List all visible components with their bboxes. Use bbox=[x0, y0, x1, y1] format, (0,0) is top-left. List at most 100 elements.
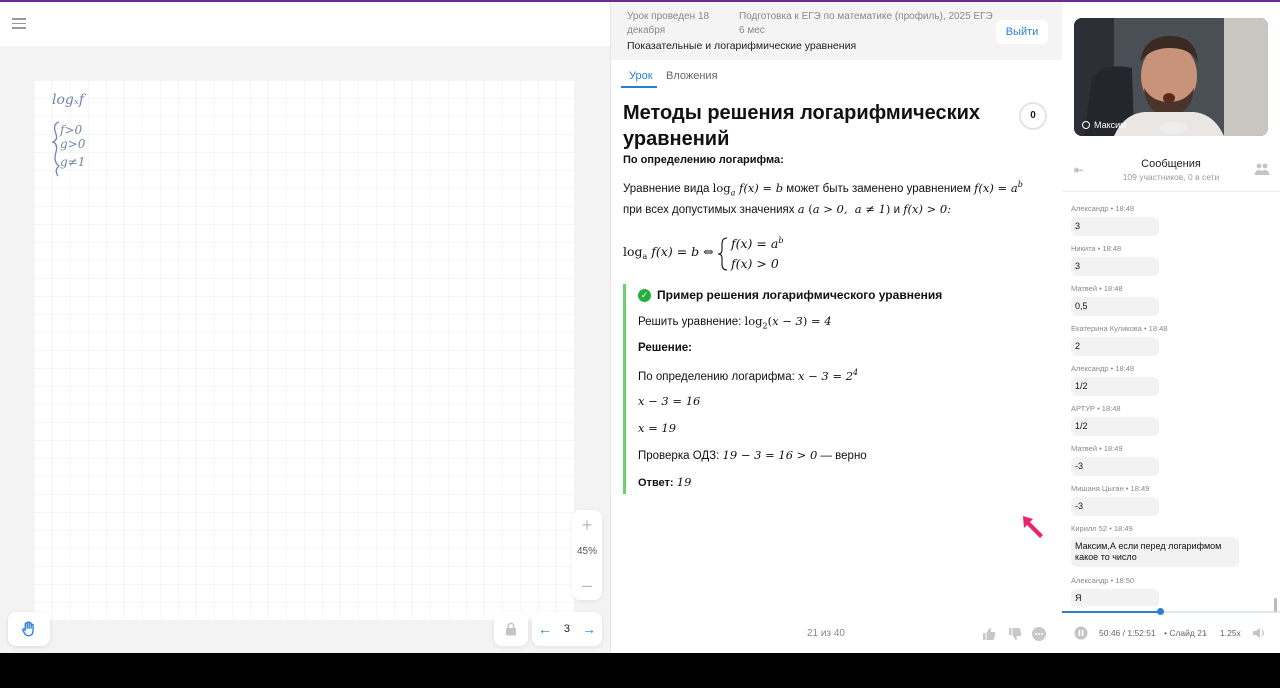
chat-header: ⇤ Сообщения 109 участников, 0 в сети bbox=[1062, 148, 1280, 192]
solve-label: Решить уравнение: bbox=[638, 316, 742, 328]
formula-log-eq: loga f(x) = b bbox=[712, 180, 784, 198]
definition-text-start-2: при всех допустимых значениях bbox=[623, 204, 795, 216]
hand-icon bbox=[22, 621, 34, 637]
handwriting-brace bbox=[51, 121, 61, 177]
message-meta: Екатерина Куликова • 18:48 bbox=[1071, 324, 1168, 333]
zoom-panel: + 45% – bbox=[572, 510, 602, 600]
message-bubble: -3 bbox=[1071, 457, 1159, 476]
section-heading: По определению логарифма: bbox=[623, 154, 784, 166]
whiteboard-area: logₓf f>0 g>0 g≠1 + 45% – ← 3 → bbox=[0, 2, 610, 653]
svg-text:loga f(x) = b ⇔: loga f(x) = b ⇔ bbox=[623, 244, 714, 261]
chat-scrollbar[interactable] bbox=[1274, 598, 1277, 612]
playback-bar: 50:46 / 1:52:51 • Слайд 21 › 1.25x bbox=[1062, 608, 1280, 653]
handwriting-notes: logₓf f>0 g>0 g≠1 bbox=[51, 92, 87, 177]
message-list[interactable]: Александр • 18:48 3 Никита • 18:48 3 Мат… bbox=[1062, 198, 1280, 606]
handwriting-line-1: logₓf bbox=[52, 92, 87, 108]
lock-icon bbox=[506, 622, 516, 636]
example-title-text: Пример решения логарифмического уравнени… bbox=[657, 288, 943, 302]
chat-title: Сообщения bbox=[1141, 158, 1201, 170]
playback-time: 50:46 / 1:52:51 bbox=[1099, 628, 1156, 638]
playback-speed[interactable]: 1.25x bbox=[1220, 628, 1241, 638]
tab-lesson[interactable]: Урок bbox=[629, 70, 653, 82]
formula-f-positive: f(x) > 0: bbox=[903, 202, 952, 216]
equivalence-formula: loga f(x) = b ⇔ f(x) = ab f(x) > 0 bbox=[623, 234, 813, 277]
definition-line-2: при всех допустимых значениях a (a > 0, … bbox=[623, 202, 951, 216]
lesson-header: Урок проведен 18 декабря Подготовка к ЕГ… bbox=[611, 2, 1063, 60]
message-bubble: 3 bbox=[1071, 257, 1159, 276]
exit-button[interactable]: Выйти bbox=[996, 20, 1048, 44]
lock-button[interactable] bbox=[494, 612, 528, 646]
definition-text-start: Уравнение вида bbox=[623, 182, 710, 195]
slide-chevron-icon[interactable]: › bbox=[1204, 628, 1207, 638]
step-1-formula: x − 3 = 24 bbox=[798, 368, 859, 383]
list-item: Матвей • 18:48 0,5 bbox=[1071, 284, 1159, 316]
pause-icon[interactable] bbox=[1074, 626, 1088, 640]
message-meta: Александр • 18:50 bbox=[1071, 576, 1135, 585]
definition-line-1: Уравнение вида loga f(x) = b может быть … bbox=[623, 180, 1023, 197]
list-item: Матвей • 18:49 -3 bbox=[1071, 444, 1159, 476]
thumbs-down-icon[interactable] bbox=[1007, 626, 1023, 642]
task-equation: log2(x − 3) = 4 bbox=[744, 314, 832, 331]
list-item: Александр • 18:48 1/2 bbox=[1071, 364, 1159, 396]
by-definition-label: По определению логарифма: bbox=[638, 370, 795, 383]
example-title: ✓ Пример решения логарифмического уравне… bbox=[638, 288, 942, 302]
solution-step-3: x = 19 bbox=[638, 421, 677, 435]
handwriting-line-2: f>0 bbox=[59, 123, 82, 137]
list-item: АРТУР • 18:48 1/2 bbox=[1071, 404, 1159, 436]
svg-text:f(x) = ab: f(x) = ab bbox=[730, 236, 783, 251]
message-bubble: 2 bbox=[1071, 337, 1159, 356]
message-bubble: 0,5 bbox=[1071, 297, 1159, 316]
check-circle-icon: ✓ bbox=[638, 288, 651, 302]
whiteboard-canvas[interactable]: logₓf f>0 g>0 g≠1 bbox=[34, 80, 574, 620]
progress-track[interactable] bbox=[1062, 608, 1280, 615]
lesson-panel: Урок проведен 18 декабря Подготовка к ЕГ… bbox=[610, 2, 1063, 653]
thumbs-up-icon[interactable] bbox=[981, 626, 997, 642]
list-item: Александр • 18:48 3 bbox=[1071, 204, 1159, 236]
odz-check: Проверка ОДЗ: 19 − 3 = 16 > 0 — верно bbox=[638, 448, 867, 462]
list-item: Кирилл 52 • 18:49 Максим,А если перед ло… bbox=[1071, 524, 1239, 567]
menu-icon[interactable] bbox=[12, 18, 26, 30]
list-item: Александр • 18:50 Я bbox=[1071, 576, 1159, 606]
reaction-counter[interactable]: 0 bbox=[1019, 102, 1047, 130]
progress-handle[interactable] bbox=[1157, 608, 1165, 615]
zoom-out-button[interactable]: – bbox=[572, 574, 602, 596]
lesson-tabs: Урок Вложения bbox=[611, 64, 1063, 90]
example-block: ✓ Пример решения логарифмического уравне… bbox=[623, 284, 1043, 494]
solution-label: Решение: bbox=[638, 342, 693, 354]
participants-icon[interactable] bbox=[1254, 162, 1270, 176]
page-number: 3 bbox=[563, 623, 571, 635]
message-bubble: 1/2 bbox=[1071, 377, 1159, 396]
hand-tool-button[interactable] bbox=[8, 612, 50, 646]
tab-attachments[interactable]: Вложения bbox=[666, 70, 718, 82]
message-meta: Кирилл 52 • 18:49 bbox=[1071, 524, 1133, 533]
lesson-date: Урок проведен 18 декабря bbox=[627, 11, 710, 36]
message-bubble: Я bbox=[1071, 589, 1159, 606]
progress-fill bbox=[1062, 611, 1161, 613]
zoom-in-button[interactable]: + bbox=[572, 514, 602, 536]
chat-subtitle: 109 участников, 0 в сети bbox=[1122, 172, 1220, 182]
pointer-cursor-icon bbox=[1023, 516, 1043, 538]
message-bubble: 1/2 bbox=[1071, 417, 1159, 436]
app-window: logₓf f>0 g>0 g≠1 + 45% – ← 3 → Урок про… bbox=[0, 0, 1280, 653]
handwriting-line-4: g≠1 bbox=[60, 155, 85, 169]
volume-icon[interactable] bbox=[1252, 627, 1266, 639]
definition-and: и bbox=[893, 204, 901, 216]
example-task: Решить уравнение: log2(x − 3) = 4 bbox=[638, 314, 832, 330]
next-page-arrow-icon[interactable]: → bbox=[582, 621, 596, 637]
page-navigation: ← 3 → bbox=[532, 612, 602, 646]
check-label: Проверка ОДЗ: bbox=[638, 450, 720, 462]
chat-panel: Максим ⇤ Сообщения 109 участников, 0 в с… bbox=[1062, 2, 1280, 653]
message-bubble: 3 bbox=[1071, 217, 1159, 236]
prev-page-arrow-icon[interactable]: ← bbox=[538, 621, 552, 637]
more-options-icon[interactable] bbox=[1031, 626, 1047, 642]
presenter-video[interactable]: Максим bbox=[1074, 18, 1268, 136]
lesson-title: Методы решения логарифмических уравнений bbox=[623, 102, 981, 150]
solution-step-1: По определению логарифма: x − 3 = 24 bbox=[638, 368, 858, 383]
message-meta: Мишаня Цыган • 18:49 bbox=[1071, 484, 1150, 493]
presenter-name-text: Максим bbox=[1094, 120, 1127, 130]
message-meta: Матвей • 18:48 bbox=[1071, 284, 1123, 293]
presenter-status-icon bbox=[1082, 121, 1090, 129]
active-tab-indicator bbox=[621, 86, 657, 88]
lesson-topic: Показательные и логарифмические уравнени… bbox=[627, 40, 857, 52]
board-topbar bbox=[0, 2, 610, 46]
